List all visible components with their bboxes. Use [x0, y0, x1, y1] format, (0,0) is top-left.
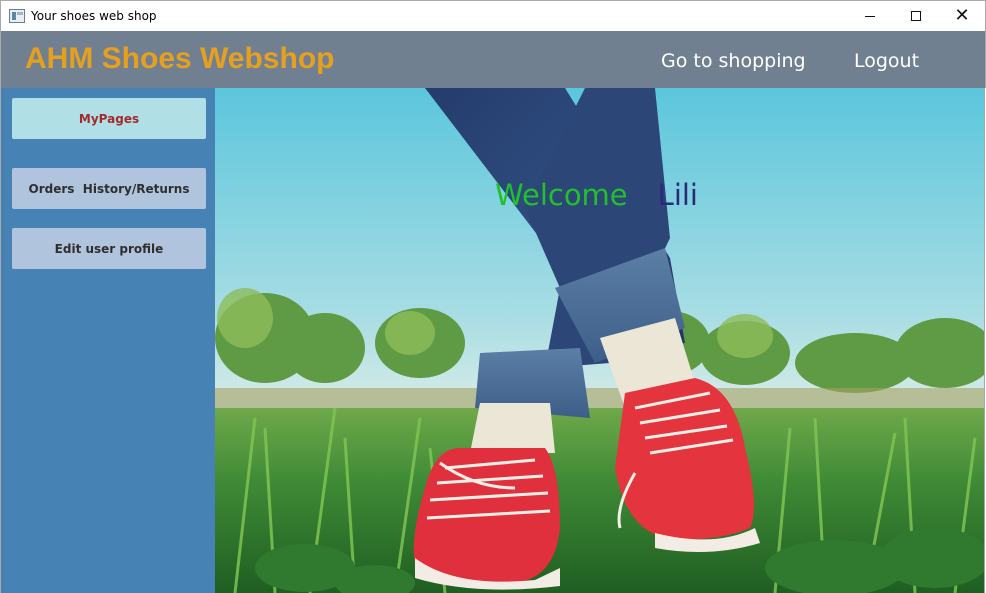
window-controls: ✕ [847, 1, 985, 31]
brand-title: AHM Shoes Webshop [25, 42, 335, 75]
welcome-message: Welcome Lili [495, 178, 698, 212]
close-button[interactable]: ✕ [939, 1, 985, 31]
go-to-shopping-link[interactable]: Go to shopping [661, 50, 806, 72]
minimize-button[interactable] [847, 1, 893, 31]
window-titlebar: Your shoes web shop ✕ [0, 0, 986, 31]
close-icon: ✕ [954, 5, 970, 26]
window-title: Your shoes web shop [31, 9, 157, 23]
logout-link[interactable]: Logout [854, 50, 919, 72]
red-sneakers-photo [215, 88, 984, 593]
sidebar-item-mypages[interactable]: MyPages [12, 98, 206, 139]
hero-image: Welcome Lili [215, 88, 985, 593]
maximize-button[interactable] [893, 1, 939, 31]
username-text: Lili [657, 178, 698, 212]
minimize-icon [865, 15, 875, 17]
app-header: AHM Shoes Webshop Go to shopping Logout [0, 31, 986, 88]
sidebar: MyPages Orders History/Returns Edit user… [0, 88, 215, 593]
welcome-text: Welcome [495, 178, 628, 212]
sidebar-item-orders-history[interactable]: Orders History/Returns [12, 168, 206, 209]
app-icon [9, 9, 25, 23]
sidebar-item-edit-profile[interactable]: Edit user profile [12, 228, 206, 269]
maximize-icon [911, 11, 921, 21]
